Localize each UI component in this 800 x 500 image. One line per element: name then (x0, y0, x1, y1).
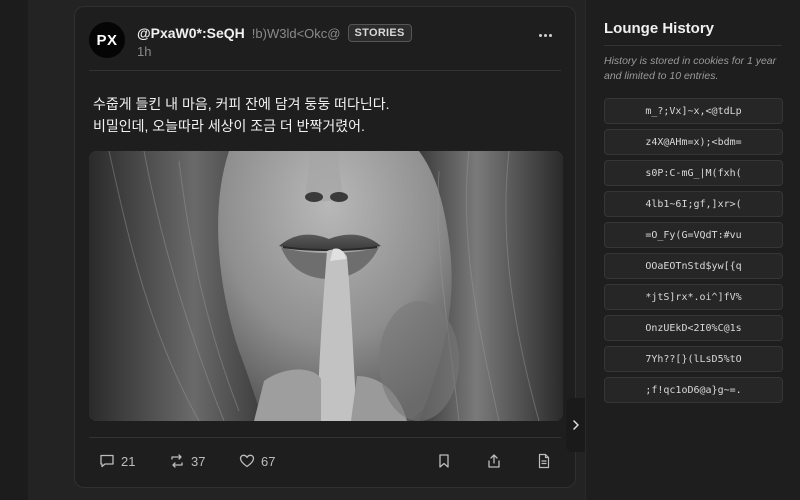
history-entry[interactable]: 7Yh??[}(lLsD5%tO (604, 346, 783, 372)
woman-finger-on-lips-photo (89, 151, 563, 421)
history-entry[interactable]: OnzUEkD<2I0%C@1s (604, 315, 783, 341)
divider (89, 437, 561, 438)
comment-icon (100, 454, 114, 468)
divider (89, 70, 561, 71)
avatar-initials: PX (96, 31, 118, 49)
panel-title: Lounge History (604, 20, 715, 37)
heart-icon (239, 454, 255, 468)
feed-column: PX @PxaW0*:SeQH !b)W3ld<Okc@ STORIES 1h … (28, 0, 585, 500)
comment-count: 21 (121, 453, 136, 469)
like-count: 67 (261, 453, 276, 469)
post-card: PX @PxaW0*:SeQH !b)W3ld<Okc@ STORIES 1h … (74, 6, 576, 488)
history-panel: Lounge History History is stored in cook… (585, 0, 800, 500)
post-body: 수줍게 들킨 내 마음, 커피 잔에 담겨 둥둥 떠다닌다. 비밀인데, 오늘따… (93, 93, 563, 137)
repost-button[interactable]: 37 (169, 451, 205, 471)
history-entry[interactable]: ;f!qc1oD6@a}g~=. (604, 377, 783, 403)
post-image[interactable] (89, 151, 563, 421)
chevron-right-icon (572, 420, 579, 430)
bookmark-button[interactable] (436, 451, 452, 471)
dot-icon (548, 33, 552, 37)
left-gutter (0, 0, 28, 500)
history-entry[interactable]: m_?;Vx]~x,<@tdLp (604, 98, 783, 124)
repost-count: 37 (191, 453, 206, 469)
avatar[interactable]: PX (89, 22, 125, 58)
history-entry[interactable]: s0P:C-mG_|M(fxh( (604, 160, 783, 186)
history-entry[interactable]: 4lb1~6I;gf,]xr>( (604, 191, 783, 217)
report-button[interactable] (536, 451, 552, 471)
username[interactable]: @PxaW0*:SeQH (137, 25, 245, 41)
repost-icon (171, 454, 183, 468)
more-options-button[interactable] (535, 27, 555, 43)
like-button[interactable]: 67 (239, 451, 275, 471)
history-entry[interactable]: *jtS]rx*.oi^]fV% (604, 284, 783, 310)
history-entry[interactable]: z4X@AHm=x);<bdm= (604, 129, 783, 155)
comment-button[interactable]: 21 (99, 451, 135, 471)
post-header: @PxaW0*:SeQH !b)W3ld<Okc@ STORIES (137, 23, 412, 43)
dot-icon (543, 33, 547, 37)
collapse-panel-button[interactable] (566, 398, 585, 452)
post-text-line-2: 비밀인데, 오늘따라 세상이 조금 더 반짝거렸어. (93, 118, 365, 134)
post-text-line-1: 수줍게 들킨 내 마음, 커피 잔에 담겨 둥둥 떠다닌다. (93, 96, 390, 112)
divider (604, 45, 782, 46)
stories-badge[interactable]: STORIES (347, 24, 412, 42)
history-entry[interactable]: =O_Fy(G=VQdT:#vu (604, 222, 783, 248)
share-icon (488, 454, 500, 468)
history-entry[interactable]: OOaEOTnStd$yw[{q (604, 253, 783, 279)
bookmark-icon (439, 454, 449, 468)
document-icon (538, 453, 550, 469)
history-list: m_?;Vx]~x,<@tdLp z4X@AHm=x);<bdm= s0P:C-… (604, 98, 783, 408)
post-time: 1h (137, 44, 152, 59)
share-button[interactable] (486, 451, 502, 471)
user-handle: !b)W3ld<Okc@ (251, 25, 341, 41)
dot-icon (538, 33, 542, 37)
history-note: History is stored in cookies for 1 year … (604, 55, 777, 82)
